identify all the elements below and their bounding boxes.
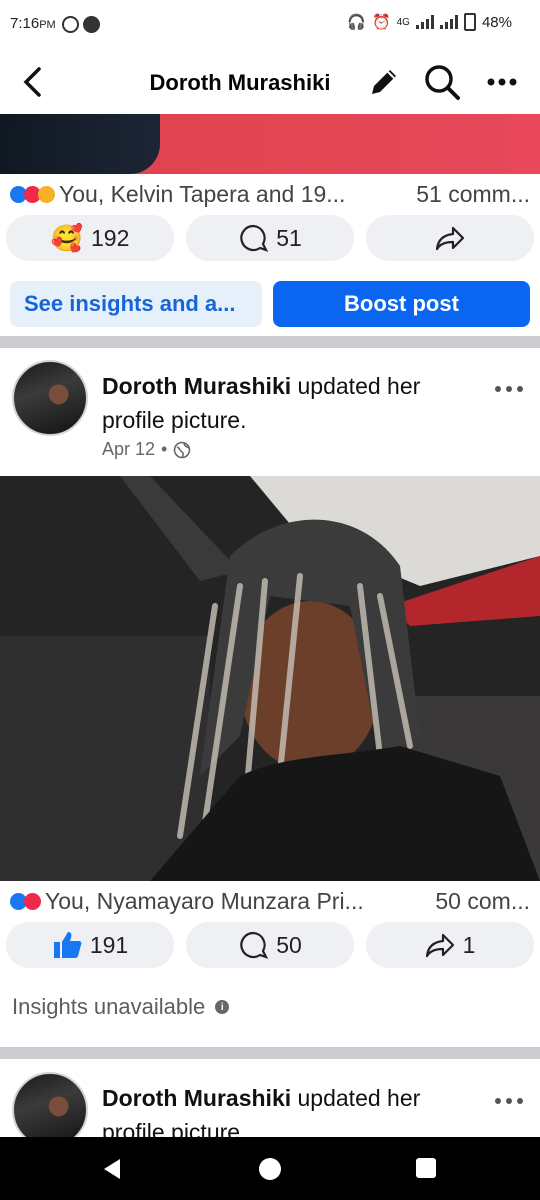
more-button[interactable] [482, 62, 522, 102]
post2-header-text: Doroth Murashiki updated her profile pic… [102, 373, 421, 433]
search-button[interactable] [422, 62, 462, 102]
see-insights-button[interactable]: See insights and a... [10, 281, 262, 327]
network-label: 4G [396, 16, 410, 28]
author-name[interactable]: Doroth Murashiki [102, 373, 291, 399]
post2-comment-button[interactable]: 50 [186, 922, 354, 968]
alarm-icon: ⏰ [371, 14, 391, 31]
more-icon [495, 1098, 523, 1104]
post1-share-button[interactable] [366, 215, 534, 261]
insights-unavailable: Insights unavailable i [12, 994, 230, 1020]
post2-share-button[interactable]: 1 [366, 922, 534, 968]
post2-meta: Apr 12 • [102, 439, 191, 460]
post1-react-button[interactable]: 🥰 192 [6, 215, 174, 261]
share-icon [425, 933, 454, 958]
reactions-text: You, Kelvin Tapera and 19... [59, 180, 346, 207]
globe-icon [174, 441, 191, 458]
post-date[interactable]: Apr 12 [102, 439, 155, 460]
comments-count-text[interactable]: 51 comm... [416, 181, 530, 208]
comment-icon [240, 931, 269, 959]
app-header: Doroth Murashiki [0, 50, 540, 114]
nav-back-button[interactable] [100, 1157, 124, 1186]
signal-icon-2 [439, 15, 458, 29]
edit-button[interactable] [364, 62, 404, 102]
more-icon [495, 386, 523, 392]
post2-like-button[interactable]: 191 [6, 922, 174, 968]
care-reaction-icon [38, 185, 55, 203]
post1-comment-button[interactable]: 51 [186, 215, 354, 261]
messenger-icon [83, 15, 101, 33]
thumbs-up-icon [53, 932, 82, 958]
love-reaction-icon [24, 892, 41, 910]
boost-post-button[interactable]: Boost post [273, 281, 530, 327]
author-name[interactable]: Doroth Murashiki [102, 1085, 291, 1111]
profile-photo-image [0, 476, 540, 881]
nav-recents-button[interactable] [415, 1157, 437, 1184]
headphones-icon: 🎧 [347, 14, 366, 31]
post2-photo[interactable] [0, 476, 540, 881]
photo-shadow [0, 114, 160, 174]
post3-more-button[interactable] [494, 1082, 524, 1113]
signal-icon [415, 15, 434, 29]
post3-header-text: Doroth Murashiki updated her profile pic… [102, 1085, 421, 1137]
comments-count-text[interactable]: 50 com... [435, 888, 530, 915]
post2-more-button[interactable] [494, 370, 524, 401]
pencil-icon [372, 70, 396, 94]
info-icon[interactable]: i [215, 1000, 230, 1014]
triangle-back-icon [104, 1159, 120, 1179]
post1-reaction-summary[interactable]: You, Kelvin Tapera and 19... 51 comm... [10, 178, 530, 210]
status-bar: 7:16PM 🎧 ⏰ 4G 48% [0, 0, 540, 50]
nav-home-button[interactable] [258, 1157, 282, 1186]
search-icon [425, 65, 460, 100]
battery-icon [463, 13, 476, 31]
share-icon [435, 226, 465, 251]
status-right: 🎧 ⏰ 4G 48% [347, 13, 512, 31]
post1-photo[interactable] [0, 114, 540, 174]
post-divider [0, 336, 540, 348]
status-time: 7:16PM [10, 15, 101, 33]
care-emoji-icon: 🥰 [50, 222, 83, 253]
more-icon [487, 78, 517, 86]
system-nav-bar [0, 1137, 540, 1200]
square-recents-icon [416, 1158, 436, 1178]
post2-reaction-summary[interactable]: You, Nyamayaro Munzara Pri... 50 com... [10, 885, 530, 917]
comment-icon [240, 224, 269, 252]
circle-home-icon [259, 1158, 281, 1180]
whatsapp-icon [61, 15, 79, 33]
page-title: Doroth Murashiki [149, 70, 331, 95]
post-divider [0, 1047, 540, 1059]
reactions-text: You, Nyamayaro Munzara Pri... [45, 887, 364, 914]
avatar[interactable] [12, 360, 88, 436]
battery-percent: 48% [481, 13, 512, 31]
